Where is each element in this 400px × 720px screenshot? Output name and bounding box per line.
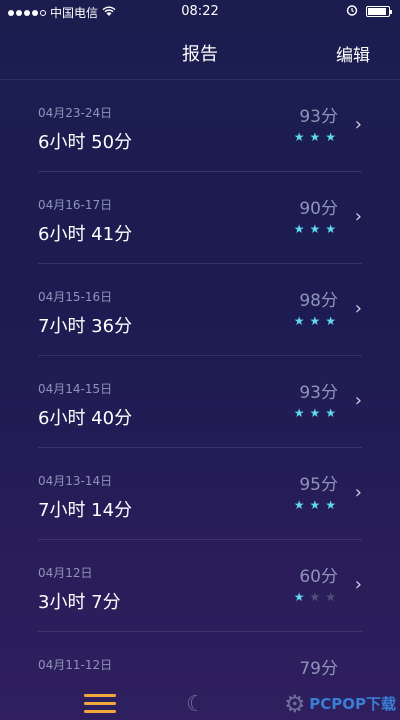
list-icon[interactable] [84,694,116,718]
report-date: 04月11-12日 [38,658,113,672]
report-score: 60分 [299,567,338,587]
star-icon: ★ [293,498,307,512]
report-duration: 7小时 36分 [38,316,133,337]
chevron-right-icon: › [354,114,362,135]
star-icon: ★ [325,222,338,236]
report-duration: 7小时 14分 [38,500,133,521]
report-date: 04月15-16日 [38,290,113,304]
report-row[interactable]: 04月16-17日 6小时 41分 90分 ★ ★ ★ › [38,172,362,264]
status-time: 08:22 [181,4,219,19]
star-icon: ★ [293,590,307,604]
battery-icon [366,6,392,17]
report-score: 90分 [299,199,338,219]
star-rating: ★ ★ ★ [294,498,338,512]
chevron-right-icon: › [354,206,362,227]
nav-bar: 报告 编辑 [0,24,400,80]
report-list: 04月23-24日 6小时 50分 93分 ★ ★ ★ › 04月16-17日 6小时 41分 9… [0,80,400,720]
report-row[interactable]: 04月15-16日 7小时 36分 98分 ★ ★ ★ › [38,264,362,356]
watermark-logo: PCPOP下载 [309,695,396,713]
report-score: 93分 [299,107,338,127]
report-row[interactable]: 04月12日 3小时 7分 60分 ★ ★ ★ › [38,540,362,632]
status-bar: 中国电信 08:22 [0,0,400,24]
star-icon: ★ [293,314,307,328]
report-score: 95分 [299,475,338,495]
report-date: 04月12日 [38,566,93,580]
moon-icon[interactable]: ☾ [186,692,206,717]
report-duration: 6小时 50分 [38,132,133,153]
report-score: 79分 [299,659,338,679]
star-icon: ★ [293,222,307,236]
report-duration: 6小时 40分 [38,408,133,429]
edit-button[interactable]: 编辑 [336,41,370,66]
report-date: 04月23-24日 [38,106,113,120]
star-rating: ★ ★ ★ [294,130,338,144]
star-icon: ★ [309,590,323,604]
gear-icon[interactable]: ⚙ [284,690,306,718]
report-duration: 6小时 41分 [38,224,133,245]
star-icon: ★ [309,314,323,328]
star-rating: ★ ★ ★ [294,590,338,604]
star-rating: ★ ★ ★ [294,406,338,420]
report-duration: 3小时 7分 [38,592,121,613]
report-date: 04月14-15日 [38,382,113,396]
star-icon: ★ [325,130,338,144]
star-icon: ★ [325,590,338,604]
chevron-right-icon: › [354,482,362,503]
star-icon: ★ [293,130,307,144]
chevron-right-icon: › [354,574,362,595]
star-icon: ★ [309,222,323,236]
report-row[interactable]: 04月13-14日 7小时 14分 95分 ★ ★ ★ › [38,448,362,540]
star-rating: ★ ★ ★ [294,314,338,328]
star-icon: ★ [309,130,323,144]
star-icon: ★ [325,314,338,328]
chevron-right-icon: › [354,298,362,319]
status-right [346,4,392,19]
report-score: 98分 [299,291,338,311]
star-icon: ★ [325,498,338,512]
report-date: 04月13-14日 [38,474,113,488]
star-icon: ★ [309,406,323,420]
report-score: 93分 [299,383,338,403]
report-row[interactable]: 04月23-24日 6小时 50分 93分 ★ ★ ★ › [38,80,362,172]
chevron-right-icon: › [354,390,362,411]
star-rating: ★ ★ ★ [294,222,338,236]
star-icon: ★ [309,498,323,512]
star-icon: ★ [293,406,307,420]
report-row[interactable]: 04月14-15日 6小时 40分 93分 ★ ★ ★ › [38,356,362,448]
alarm-icon [346,4,358,19]
star-icon: ★ [325,406,338,420]
report-date: 04月16-17日 [38,198,113,212]
